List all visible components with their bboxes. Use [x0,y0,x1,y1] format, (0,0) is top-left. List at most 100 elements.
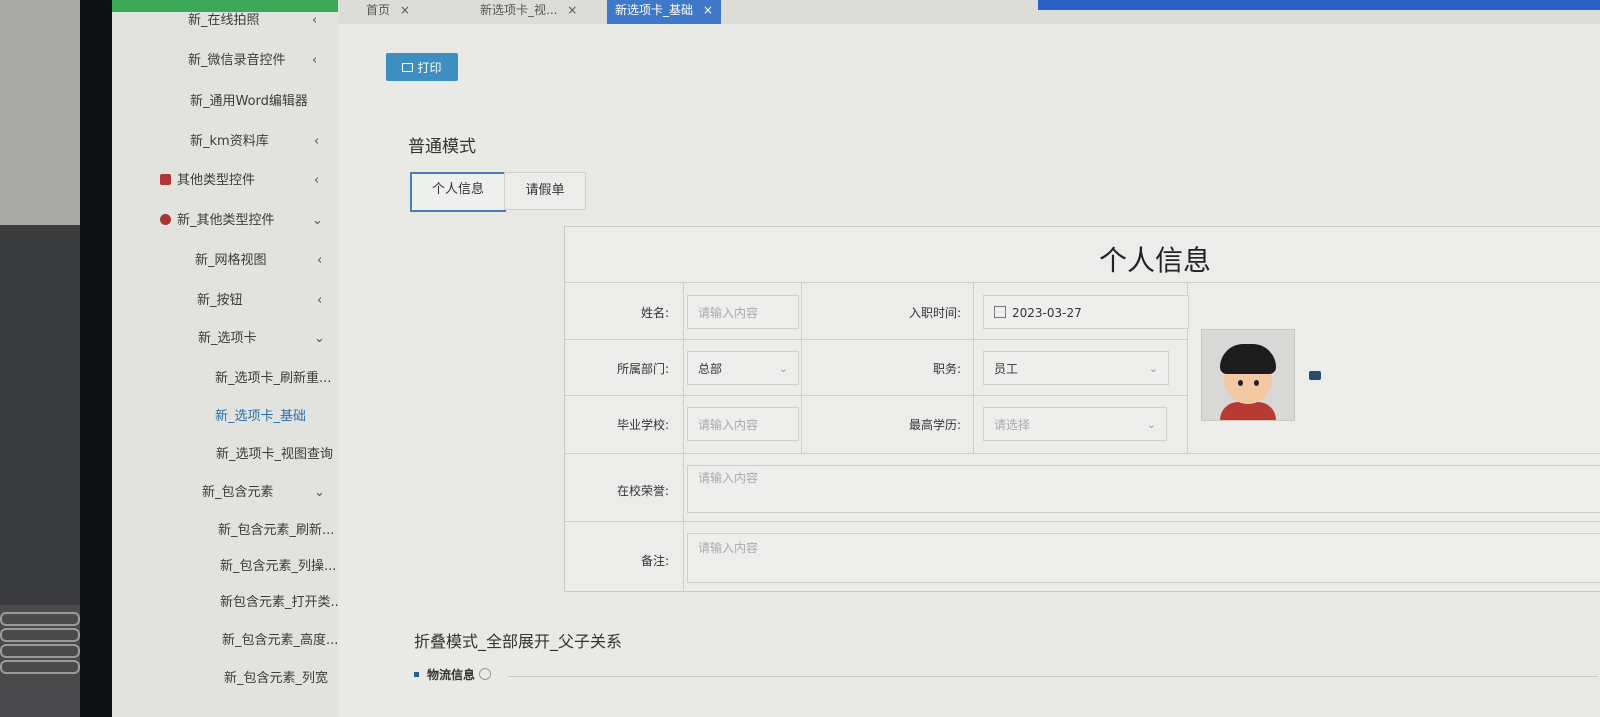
sidebar-item-contains-column-ops[interactable]: 新_包含元素_列操... [220,550,338,584]
sidebar-item-contains-open-type[interactable]: 新包含元素_打开类... [220,586,343,620]
section-title-collapse: 折叠模式_全部展开_父子关系 [414,632,623,651]
close-icon[interactable]: × [567,3,577,17]
sidebar-item-label: 其他类型控件 [177,173,256,188]
name-input[interactable]: 请输入内容 [687,295,799,329]
collapse-panel-label: 物流信息 [427,668,476,682]
grid-line [683,283,684,591]
tab-personal-info[interactable]: 个人信息 [410,172,506,212]
print-button[interactable]: 打印 [386,53,458,81]
sidebar-item-grid-view[interactable]: 新_网格视图 ‹ [195,244,335,278]
sidebar-item-new-other-controls[interactable]: 新_其他类型控件 ⌄ [160,204,330,238]
chevron-down-icon: ⌄ [312,213,323,228]
honors-label: 在校荣誉: [616,484,669,498]
remarks-textarea[interactable]: 请输入内容 [687,533,1600,583]
sidebar-item-label: 新_选项卡_刷新重... [215,371,332,386]
avatar-shirt [1220,402,1276,420]
sidebar-item-contains-column-width[interactable]: 新_包含元素_列宽 [224,662,338,696]
name-label: 姓名: [640,306,669,320]
chevron-down-icon: ⌄ [314,485,325,500]
collapse-panel-logistics[interactable]: 物流信息 [414,666,492,683]
chevron-left-icon: ‹ [312,13,318,28]
tab-tabs-basic[interactable]: 新选项卡_基础 × [607,0,721,24]
cubes-icon [160,214,171,225]
education-label: 最高学历: [908,418,961,432]
tab-label: 新选项卡_视... [480,3,558,17]
sidebar-item-tabs[interactable]: 新_选项卡 ⌄ [198,322,338,356]
honors-textarea[interactable]: 请输入内容 [687,465,1600,513]
education-select[interactable]: 请选择 ⌄ [983,407,1167,441]
collapse-divider [508,676,1598,677]
position-label: 职务: [932,362,961,376]
chevron-down-icon: ⌄ [1146,418,1156,431]
school-input[interactable]: 请输入内容 [687,407,799,441]
sidebar-item-label: 新_通用Word编辑器 [190,94,308,109]
hire-date-picker[interactable]: 2023-03-27 [983,295,1189,329]
desk-background-mid [0,225,80,605]
notebook-ring [0,660,80,674]
dept-label: 所属部门: [616,362,669,376]
chevron-circle-icon[interactable] [479,668,492,680]
tab-leave-form[interactable]: 请假单 [504,172,586,210]
calendar-icon [994,306,1006,318]
sidebar-item-other-controls[interactable]: 其他类型控件 ‹ [160,164,330,198]
sidebar-item-label: 新_包含元素_列宽 [224,671,329,686]
sidebar-item-contains-elements[interactable]: 新_包含元素 ⌄ [202,476,338,510]
sidebar-item-label: 新_微信录音控件 [188,53,286,68]
hire-date-value: 2023-03-27 [1012,306,1082,320]
sidebar-item-buttons[interactable]: 新_按钮 ‹ [197,284,337,318]
main-content: 打印 普通模式 个人信息 请假单 个人信息 姓名: 请输入内容 入职时间: 20… [338,24,1600,717]
camera-icon[interactable] [1309,371,1321,380]
notebook-ring [0,612,80,626]
sidebar-item-tabs-basic[interactable]: 新_选项卡_基础 [215,400,335,434]
sidebar-item-label: 新_选项卡 [198,331,257,346]
desk-background-top [0,0,80,225]
tab-view-query[interactable]: 新选项卡_视... × [472,0,585,24]
dept-value: 总部 [698,362,723,376]
remarks-label: 备注: [640,554,669,568]
chevron-left-icon: ‹ [314,173,320,188]
chevron-down-icon: ⌄ [1148,362,1158,375]
chevron-left-icon: ‹ [317,253,323,268]
screen: 新_在线拍照 ‹ 新_微信录音控件 ‹ 新_通用Word编辑器 新_km资料库 … [112,0,1600,717]
notebook-ring [0,628,80,642]
notebook-ring [0,644,80,658]
tab-home[interactable]: 首页 × [358,0,418,24]
close-icon[interactable]: × [400,3,410,17]
cube-icon [160,174,171,185]
chevron-left-icon: ‹ [312,53,318,68]
sidebar-item-label: 新包含元素_打开类... [220,595,343,610]
sidebar-item-label: 新_选项卡_视图查询 [216,447,334,462]
sidebar-item-km-library[interactable]: 新_km资料库 ‹ [190,125,330,159]
position-value: 员工 [994,362,1019,376]
sidebar-item-contains-height[interactable]: 新_包含元素_高度... [222,624,338,658]
sidebar-item-tabs-refresh[interactable]: 新_选项卡_刷新重... [215,362,335,396]
grid-line [973,283,974,453]
dept-select[interactable]: 总部 ⌄ [687,351,799,385]
sidebar-item-label: 新_按钮 [197,293,243,308]
sidebar-item-tabs-view-query[interactable]: 新_选项卡_视图查询 [216,438,338,472]
sidebar-item-label: 新_在线拍照 [188,13,260,28]
sidebar-item-word-editor[interactable]: 新_通用Word编辑器 [190,85,330,119]
chevron-left-icon: ‹ [314,134,320,149]
tab-label: 首页 [366,3,391,17]
sidebar-item-label: 新_包含元素_高度... [222,633,339,648]
bullet-icon [414,672,419,677]
avatar-hair [1220,344,1276,374]
chevron-left-icon: ‹ [317,293,323,308]
personal-info-form: 个人信息 姓名: 请输入内容 入职时间: 2023-03-27 所属部门: 总部… [564,226,1600,592]
sidebar-item-label: 新_km资料库 [190,134,269,149]
tab-label: 新选项卡_基础 [615,3,694,17]
sidebar-item-online-photo[interactable]: 新_在线拍照 ‹ [188,4,328,38]
sidebar-item-label: 新_包含元素 [202,485,274,500]
avatar[interactable] [1201,329,1295,421]
position-select[interactable]: 员工 ⌄ [983,351,1169,385]
sidebar-item-wechat-recorder[interactable]: 新_微信录音控件 ‹ [188,44,328,78]
grid-line [565,395,1187,396]
page-tab-bar: 首页 × 新选项卡_视... × 新选项卡_基础 × [338,0,1600,25]
sidebar-item-contains-refresh[interactable]: 新_包含元素_刷新... [218,514,338,548]
sidebar-item-label: 新_其他类型控件 [177,213,275,228]
chevron-down-icon: ⌄ [778,362,788,375]
avatar-eye [1254,380,1259,386]
sidebar-item-label: 新_网格视图 [195,253,267,268]
close-icon[interactable]: × [703,3,713,17]
